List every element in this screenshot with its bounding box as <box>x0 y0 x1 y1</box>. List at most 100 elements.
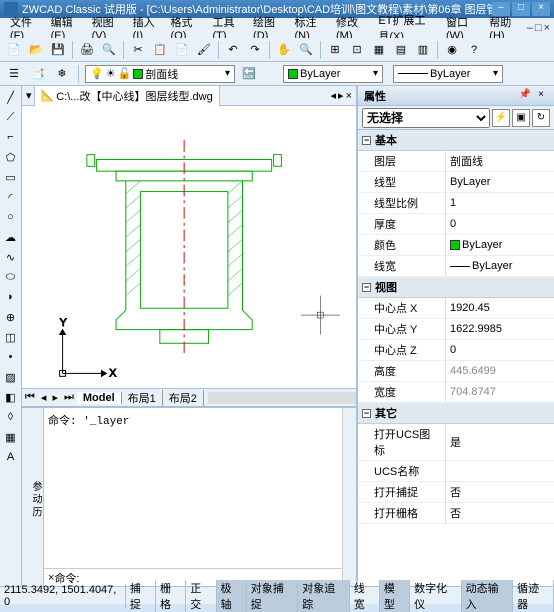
document-tab[interactable]: 📐 C:\...改【中心线】图层线型.dwg <box>34 86 220 107</box>
tb-icon-6[interactable]: ◉ <box>442 40 462 60</box>
doc-maximize-button[interactable]: □ <box>535 22 542 34</box>
selection-dropdown[interactable]: 无选择 <box>362 108 490 128</box>
point-icon[interactable]: • <box>2 348 20 366</box>
collapse-icon[interactable]: − <box>362 283 371 292</box>
prop-value[interactable]: 1622.9985 <box>446 319 554 339</box>
pan-icon[interactable]: ✋ <box>274 40 294 60</box>
rect-icon[interactable]: ▭ <box>2 168 20 186</box>
layout-first-icon[interactable]: ⏮ <box>22 391 38 404</box>
status-grid[interactable]: 栅格 <box>156 580 186 612</box>
ellipse-icon[interactable]: ⬭ <box>2 268 20 286</box>
region-icon[interactable]: ◊ <box>2 408 20 426</box>
tb-icon-4[interactable]: ▤ <box>391 40 411 60</box>
lineweight-dropdown[interactable]: ByLayer ▾ <box>393 65 503 83</box>
pickadd-icon[interactable]: ↻ <box>532 109 550 127</box>
status-track[interactable]: 循迹器 <box>513 580 554 612</box>
block-icon[interactable]: ◫ <box>2 328 20 346</box>
open-icon[interactable]: 📂 <box>26 40 46 60</box>
prop-value[interactable]: ByLayer <box>446 256 554 276</box>
tb-icon-2[interactable]: ⊡ <box>347 40 367 60</box>
text-icon[interactable]: A <box>2 448 20 466</box>
status-otrack[interactable]: 对象追踪 <box>298 580 349 612</box>
line-icon[interactable]: ╱ <box>2 88 20 106</box>
collapse-icon[interactable]: − <box>362 409 371 418</box>
copy-icon[interactable]: 📋 <box>150 40 170 60</box>
cut-icon[interactable]: ✂ <box>128 40 148 60</box>
layer-prop-icon[interactable]: ☰ <box>4 64 24 84</box>
save-icon[interactable]: 💾 <box>48 40 68 60</box>
prop-value[interactable]: 0 <box>446 214 554 234</box>
status-polar[interactable]: 极轴 <box>217 580 247 612</box>
status-dyn[interactable]: 动态输入 <box>462 580 513 612</box>
layout-next-icon[interactable]: ▸ <box>49 391 61 404</box>
undo-icon[interactable]: ↶ <box>223 40 243 60</box>
pin-icon[interactable]: 📌 <box>518 89 532 103</box>
prop-value[interactable]: 否 <box>446 503 554 523</box>
collapse-icon[interactable]: − <box>362 136 371 145</box>
help-icon[interactable]: ? <box>464 40 484 60</box>
gradient-icon[interactable]: ◧ <box>2 388 20 406</box>
color-dropdown[interactable]: ByLayer ▾ <box>283 65 383 83</box>
tab-right-icon[interactable]: ▸ <box>338 89 344 102</box>
status-ortho[interactable]: 正交 <box>186 580 216 612</box>
pline-icon[interactable]: ⌐ <box>2 128 20 146</box>
quick-select-icon[interactable]: ⚡ <box>492 109 510 127</box>
spline-icon[interactable]: ∿ <box>2 248 20 266</box>
prop-group-view[interactable]: −视图 <box>358 277 554 298</box>
drawing-canvas[interactable]: X Y <box>22 106 356 388</box>
layer-freeze-icon[interactable]: ❄ <box>52 64 72 84</box>
arc-icon[interactable]: ◜ <box>2 188 20 206</box>
prop-value[interactable]: ByLayer <box>446 235 554 255</box>
horizontal-scrollbar[interactable] <box>208 392 356 404</box>
prop-value[interactable]: 1920.45 <box>446 298 554 318</box>
status-model[interactable]: 模型 <box>380 580 410 612</box>
panel-close-icon[interactable]: × <box>534 89 548 103</box>
redo-icon[interactable]: ↷ <box>245 40 265 60</box>
prop-group-other[interactable]: −其它 <box>358 403 554 424</box>
layout-tab-model[interactable]: Model <box>77 392 122 404</box>
doc-close-button[interactable]: × <box>544 22 550 34</box>
layout-last-icon[interactable]: ⏭ <box>61 391 77 404</box>
tb-icon-3[interactable]: ▦ <box>369 40 389 60</box>
tb-icon-5[interactable]: ▥ <box>413 40 433 60</box>
layer-state-icon[interactable]: 📑 <box>28 64 48 84</box>
layout-prev-icon[interactable]: ◂ <box>38 391 50 404</box>
print-icon[interactable]: 🖨 <box>77 40 97 60</box>
status-tablet[interactable]: 数字化仪 <box>410 580 461 612</box>
circle-icon[interactable]: ○ <box>2 208 20 226</box>
prop-value[interactable]: 0 <box>446 340 554 360</box>
prop-value[interactable]: 704.8747 <box>446 382 554 402</box>
tab-menu-icon[interactable]: ▾ <box>26 89 32 102</box>
status-snap[interactable]: 捕捉 <box>126 580 156 612</box>
insert-icon[interactable]: ⊕ <box>2 308 20 326</box>
command-scrollbar[interactable] <box>342 408 356 586</box>
preview-icon[interactable]: 🔍 <box>99 40 119 60</box>
prop-value[interactable] <box>446 461 554 481</box>
new-icon[interactable]: 📄 <box>4 40 24 60</box>
prop-value[interactable]: 是 <box>446 424 554 460</box>
prop-value[interactable]: 剖面线 <box>446 151 554 171</box>
layout-tab-1[interactable]: 布局1 <box>122 390 163 406</box>
tab-close-icon[interactable]: × <box>346 90 352 102</box>
status-lweight[interactable]: 线宽 <box>350 580 380 612</box>
polygon-icon[interactable]: ⬠ <box>2 148 20 166</box>
tb-icon-1[interactable]: ⊞ <box>325 40 345 60</box>
prop-value[interactable]: 否 <box>446 482 554 502</box>
layer-prev-icon[interactable]: 🔙 <box>239 64 259 84</box>
table-icon[interactable]: ▦ <box>2 428 20 446</box>
select-icon[interactable]: ▣ <box>512 109 530 127</box>
paste-icon[interactable]: 📄 <box>172 40 192 60</box>
zoom-icon[interactable]: 🔍 <box>296 40 316 60</box>
close-button[interactable]: × <box>532 2 550 16</box>
tab-left-icon[interactable]: ◂ <box>331 89 337 102</box>
revcloud-icon[interactable]: ☁ <box>2 228 20 246</box>
ellipsearc-icon[interactable]: ◗ <box>2 288 20 306</box>
prop-value[interactable]: 1 <box>446 193 554 213</box>
xline-icon[interactable]: ⟋ <box>2 108 20 126</box>
prop-value[interactable]: 445.6499 <box>446 361 554 381</box>
layer-dropdown[interactable]: 💡 ☀ 🔓 剖面线 ▾ <box>85 65 235 83</box>
layout-tab-2[interactable]: 布局2 <box>163 390 204 406</box>
prop-value[interactable]: ByLayer <box>446 172 554 192</box>
status-osnap[interactable]: 对象捕捉 <box>247 580 298 612</box>
doc-minimize-button[interactable]: ‒ <box>527 22 533 34</box>
